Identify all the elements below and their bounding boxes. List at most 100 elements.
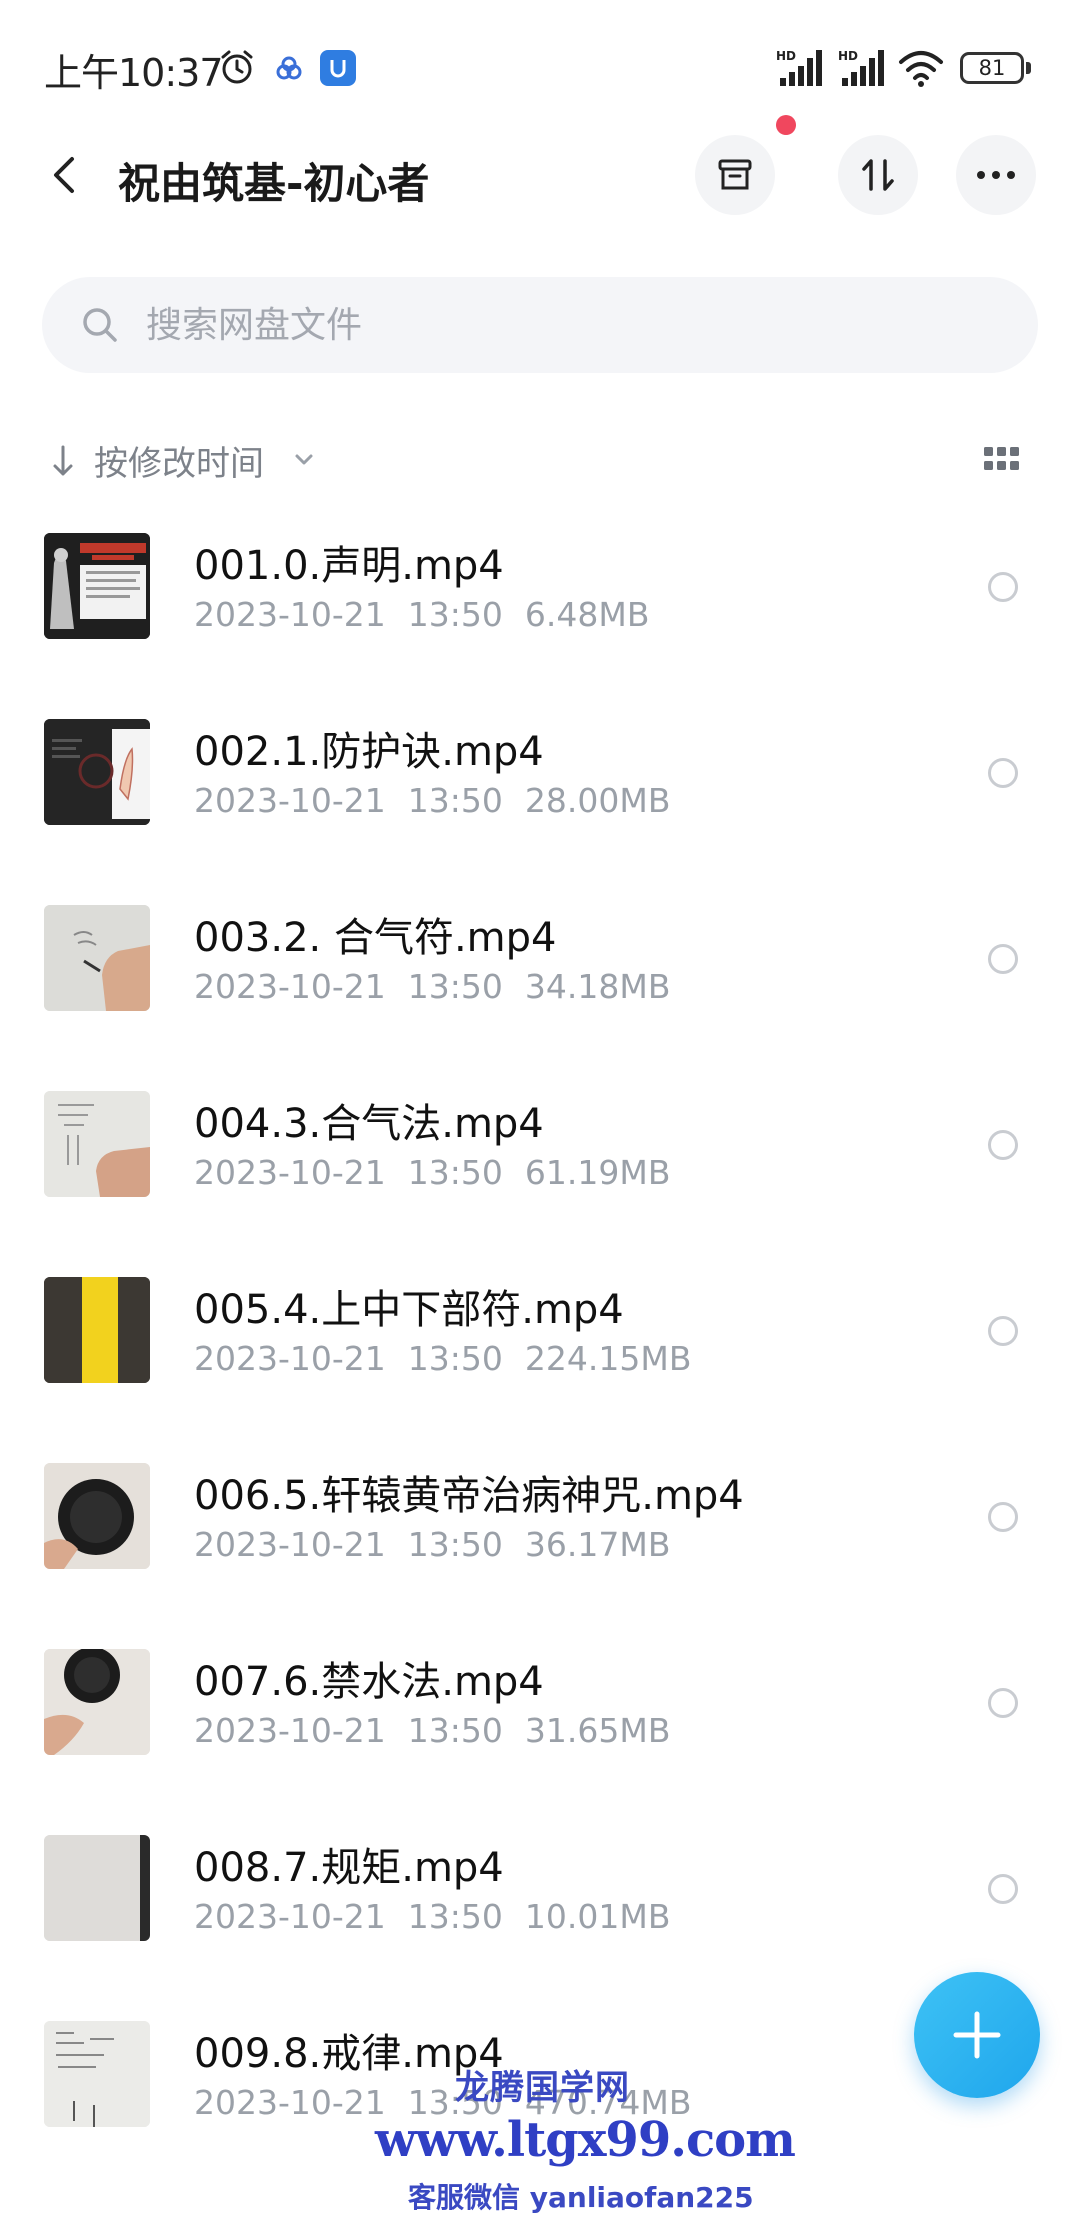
file-size: 28.00MB <box>524 781 671 820</box>
file-meta: 2023-10-21 13:50 28.00MB <box>194 781 670 820</box>
video-thumbnail <box>44 719 150 825</box>
grid-view-icon[interactable] <box>984 447 1020 473</box>
file-size: 61.19MB <box>524 1153 671 1192</box>
cloud-sync-icon <box>276 56 302 80</box>
file-time: 13:50 <box>407 1339 503 1378</box>
video-thumbnail <box>44 1835 150 1941</box>
sort-dropdown-label[interactable]: 按修改时间 <box>94 436 264 485</box>
select-checkbox[interactable] <box>988 1316 1018 1346</box>
search-icon <box>83 308 117 342</box>
more-dots-icon <box>977 171 1015 179</box>
notification-dot <box>776 115 796 135</box>
file-size: 36.17MB <box>524 1525 671 1564</box>
video-thumbnail <box>44 1091 150 1197</box>
cellular-signal-icon-2: HD <box>838 49 884 86</box>
file-name: 004.3.合气法.mp4 <box>194 1101 544 1147</box>
transfer-arrows-icon <box>862 159 894 191</box>
add-button[interactable] <box>914 1972 1040 2098</box>
video-thumbnail <box>44 1463 150 1569</box>
back-icon[interactable] <box>46 155 86 195</box>
file-size: 31.65MB <box>524 1711 671 1750</box>
sort-arrow-down-icon[interactable] <box>50 444 76 478</box>
file-date: 2023-10-21 <box>194 1153 386 1192</box>
video-thumbnail <box>44 2021 150 2127</box>
status-bar: 上午10:37 HD HD 81 <box>0 0 1080 130</box>
file-date: 2023-10-21 <box>194 595 386 634</box>
file-meta: 2023-10-21 13:50 224.15MB <box>194 1339 691 1378</box>
file-time: 13:50 <box>407 1525 503 1564</box>
app-notification-icon <box>320 50 356 86</box>
svg-text:HD: HD <box>776 49 796 63</box>
file-name: 001.0.声明.mp4 <box>194 543 504 589</box>
file-name: 005.4.上中下部符.mp4 <box>194 1287 624 1333</box>
video-thumbnail <box>44 533 150 639</box>
file-name: 008.7.规矩.mp4 <box>194 1845 504 1891</box>
select-checkbox[interactable] <box>988 758 1018 788</box>
select-checkbox[interactable] <box>988 1688 1018 1718</box>
file-meta: 2023-10-21 13:50 31.65MB <box>194 1711 670 1750</box>
file-meta: 2023-10-21 13:50 61.19MB <box>194 1153 670 1192</box>
file-row[interactable]: 002.1.防护诀.mp4 2023-10-21 13:50 28.00MB <box>0 701 1080 887</box>
file-row[interactable]: 005.4.上中下部符.mp4 2023-10-21 13:50 224.15MB <box>0 1259 1080 1445</box>
select-checkbox[interactable] <box>988 944 1018 974</box>
page-title: 祝由筑基-初心者 <box>118 159 430 208</box>
file-size: 10.01MB <box>524 1897 671 1936</box>
file-date: 2023-10-21 <box>194 1525 386 1564</box>
file-name: 007.6.禁水法.mp4 <box>194 1659 544 1705</box>
file-name: 006.5.轩辕黄帝治病神咒.mp4 <box>194 1473 744 1519</box>
video-thumbnail <box>44 905 150 1011</box>
file-name: 003.2. 合气符.mp4 <box>194 915 557 961</box>
plus-icon <box>953 2011 1001 2059</box>
file-name: 002.1.防护诀.mp4 <box>194 729 544 775</box>
svg-text:HD: HD <box>838 49 858 63</box>
file-date: 2023-10-21 <box>194 1339 386 1378</box>
file-row[interactable]: 006.5.轩辕黄帝治病神咒.mp4 2023-10-21 13:50 36.17M… <box>0 1445 1080 1631</box>
file-size: 224.15MB <box>524 1339 692 1378</box>
sort-row: 按修改时间 <box>0 430 1080 490</box>
video-thumbnail <box>44 1649 150 1755</box>
file-row[interactable]: 001.0.声明.mp4 2023-10-21 13:50 6.48MB <box>0 515 1080 701</box>
search-input[interactable] <box>146 277 1006 373</box>
file-size: 6.48MB <box>524 595 650 634</box>
file-row[interactable]: 008.7.规矩.mp4 2023-10-21 13:50 10.01MB <box>0 1817 1080 2003</box>
file-meta: 2023-10-21 13:50 36.17MB <box>194 1525 670 1564</box>
select-checkbox[interactable] <box>988 572 1018 602</box>
battery-level: 81 <box>960 52 1024 84</box>
header: 祝由筑基-初心者 <box>0 120 1080 230</box>
file-row[interactable]: 004.3.合气法.mp4 2023-10-21 13:50 61.19MB <box>0 1073 1080 1259</box>
file-time: 13:50 <box>407 1711 503 1750</box>
select-checkbox[interactable] <box>988 1502 1018 1532</box>
file-time: 13:50 <box>407 967 503 1006</box>
file-meta: 2023-10-21 13:50 10.01MB <box>194 1897 670 1936</box>
alarm-icon <box>221 50 253 84</box>
battery-icon: 81 <box>960 52 1032 84</box>
watermark-wechat: 客服微信 yanliaofan225 <box>408 2181 754 2214</box>
file-time: 13:50 <box>407 781 503 820</box>
select-checkbox[interactable] <box>988 1130 1018 1160</box>
file-time: 13:50 <box>407 595 503 634</box>
search-bar[interactable] <box>42 277 1038 373</box>
status-time: 上午10:37 <box>44 51 224 95</box>
cellular-signal-icon: HD <box>776 49 822 86</box>
archive-button[interactable] <box>695 135 775 215</box>
file-time: 13:50 <box>407 1897 503 1936</box>
file-size: 34.18MB <box>524 967 671 1006</box>
file-date: 2023-10-21 <box>194 2083 386 2122</box>
file-meta: 2023-10-21 13:50 6.48MB <box>194 595 649 634</box>
archive-box-icon <box>718 159 752 190</box>
more-options-button[interactable] <box>956 135 1036 215</box>
file-date: 2023-10-21 <box>194 1711 386 1750</box>
video-thumbnail <box>44 1277 150 1383</box>
select-checkbox[interactable] <box>988 1874 1018 1904</box>
file-row[interactable]: 003.2. 合气符.mp4 2023-10-21 13:50 34.18MB <box>0 887 1080 1073</box>
file-date: 2023-10-21 <box>194 1897 386 1936</box>
watermark-url: www.ltgx99.com <box>375 2112 796 2168</box>
file-date: 2023-10-21 <box>194 967 386 1006</box>
wifi-icon <box>899 51 943 87</box>
watermark-site-name: 龙腾国学网 <box>455 2068 630 2108</box>
file-meta: 2023-10-21 13:50 34.18MB <box>194 967 670 1006</box>
file-date: 2023-10-21 <box>194 781 386 820</box>
transfer-button[interactable] <box>838 135 918 215</box>
file-row[interactable]: 007.6.禁水法.mp4 2023-10-21 13:50 31.65MB <box>0 1631 1080 1817</box>
chevron-down-icon[interactable] <box>292 448 316 472</box>
